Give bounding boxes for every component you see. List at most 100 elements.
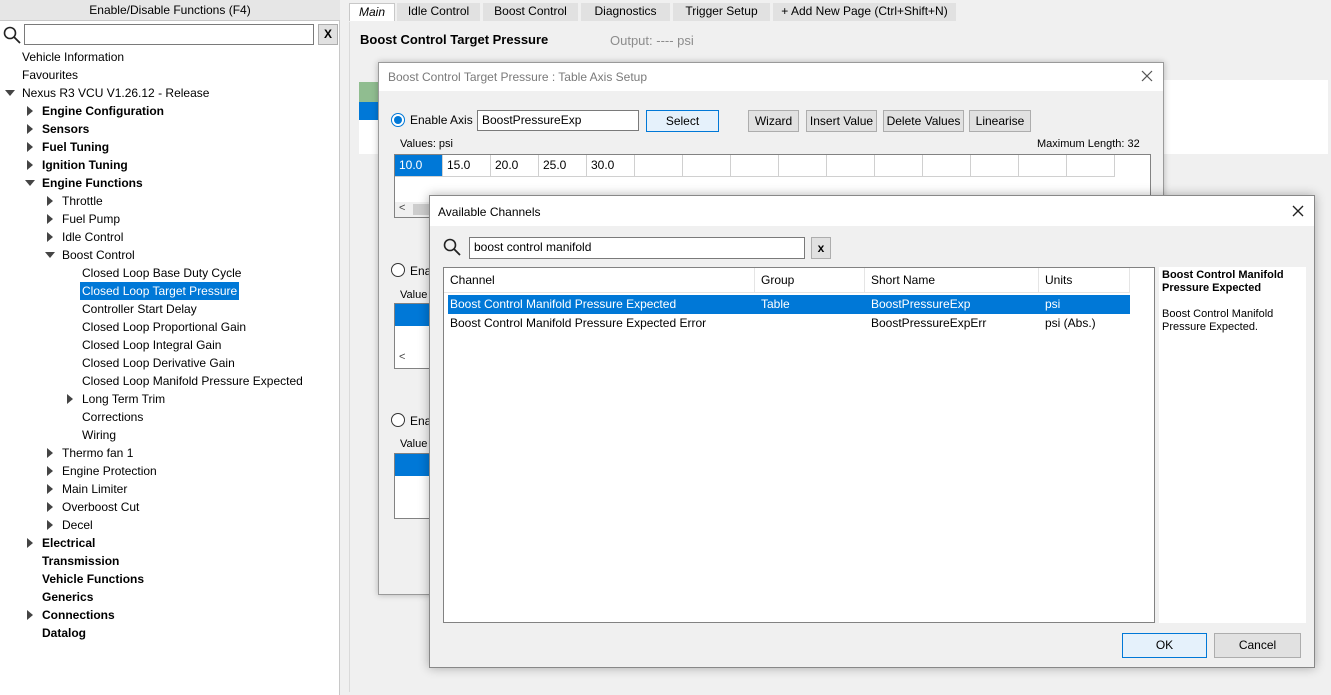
insert-value-button[interactable]: Insert Value [806, 110, 877, 132]
expanded-arrow-icon[interactable] [4, 84, 16, 102]
tree-item[interactable]: Fuel Tuning [0, 138, 340, 156]
axis-value-cell[interactable] [731, 155, 779, 177]
scroll-left-arrow-icon[interactable]: < [399, 202, 405, 214]
expanded-arrow-icon[interactable] [24, 174, 36, 192]
collapsed-arrow-icon[interactable] [44, 462, 56, 480]
axis-value-cell[interactable] [971, 155, 1019, 177]
axis-value-cell[interactable] [827, 155, 875, 177]
tree-item[interactable]: Sensors [0, 120, 340, 138]
collapsed-arrow-icon[interactable] [24, 102, 36, 120]
column-header-units[interactable]: Units [1039, 268, 1130, 293]
axis-3-selected-cell[interactable] [395, 454, 433, 476]
wizard-button[interactable]: Wizard [748, 110, 799, 132]
tree-item[interactable]: Connections [0, 606, 340, 624]
tree-item[interactable]: Closed Loop Integral Gain [0, 336, 340, 354]
tab-page[interactable]: Trigger Setup [673, 3, 771, 21]
axis-value-cell[interactable]: 25.0 [539, 155, 587, 177]
tree-item[interactable]: Wiring [0, 426, 340, 444]
tree-item[interactable]: Main Limiter [0, 480, 340, 498]
collapsed-arrow-icon[interactable] [44, 480, 56, 498]
tree-item[interactable]: Electrical [0, 534, 340, 552]
tab-page[interactable]: Main [349, 3, 395, 21]
collapsed-arrow-icon[interactable] [44, 192, 56, 210]
tree-item[interactable]: Closed Loop Derivative Gain [0, 354, 340, 372]
tree-item[interactable]: Vehicle Functions [0, 570, 340, 588]
collapsed-arrow-icon[interactable] [64, 390, 76, 408]
channel-list-row[interactable]: Boost Control Manifold Pressure Expected… [448, 314, 1130, 333]
column-header-short-name[interactable]: Short Name [865, 268, 1039, 293]
channels-dialog-titlebar[interactable]: Available Channels [430, 196, 1314, 226]
enable-axis-3-radio[interactable] [391, 413, 405, 427]
tree-item[interactable]: Overboost Cut [0, 498, 340, 516]
axis-value-cell[interactable] [1019, 155, 1067, 177]
tree-item[interactable]: Decel [0, 516, 340, 534]
tree-item[interactable]: Corrections [0, 408, 340, 426]
linearise-button[interactable]: Linearise [969, 110, 1031, 132]
tree-item[interactable]: Idle Control [0, 228, 340, 246]
tree-search-clear-button[interactable]: X [318, 24, 338, 45]
axis-value-cell[interactable]: 30.0 [587, 155, 635, 177]
tree-item[interactable]: Controller Start Delay [0, 300, 340, 318]
axis-dialog-titlebar[interactable]: Boost Control Target Pressure : Table Ax… [379, 63, 1163, 91]
channel-search-clear-button[interactable]: x [811, 237, 831, 259]
axis-2-selected-cell[interactable] [395, 304, 433, 326]
column-header-group[interactable]: Group [755, 268, 865, 293]
tree-item[interactable]: Transmission [0, 552, 340, 570]
tab-page[interactable]: + Add New Page (Ctrl+Shift+N) [773, 3, 957, 21]
tree-item[interactable]: Generics [0, 588, 340, 606]
select-button[interactable]: Select [646, 110, 719, 132]
axis-value-cell[interactable]: 20.0 [491, 155, 539, 177]
scroll-left-arrow-icon[interactable]: < [399, 351, 405, 363]
collapsed-arrow-icon[interactable] [44, 228, 56, 246]
axis-channel-field[interactable]: BoostPressureExp [477, 110, 639, 131]
tree-item[interactable]: Fuel Pump [0, 210, 340, 228]
axis-2-values-grid[interactable]: < [394, 303, 434, 369]
axis-value-cell[interactable] [875, 155, 923, 177]
tree-item[interactable]: Long Term Trim [0, 390, 340, 408]
collapsed-arrow-icon[interactable] [24, 156, 36, 174]
tree-item[interactable]: Closed Loop Manifold Pressure Expected [0, 372, 340, 390]
enable-disable-functions-header[interactable]: Enable/Disable Functions (F4) [0, 0, 340, 21]
tab-page[interactable]: Boost Control [483, 3, 579, 21]
tree-search-input[interactable] [24, 24, 314, 45]
expanded-arrow-icon[interactable] [44, 246, 56, 264]
channel-list-row[interactable]: Boost Control Manifold Pressure Expected… [448, 295, 1130, 314]
close-icon[interactable] [1290, 203, 1306, 219]
tab-page[interactable]: Diagnostics [581, 3, 671, 21]
column-header-channel[interactable]: Channel [444, 268, 755, 293]
axis-value-cell[interactable] [923, 155, 971, 177]
collapsed-arrow-icon[interactable] [44, 498, 56, 516]
axis-value-cell[interactable] [635, 155, 683, 177]
axis-value-cell[interactable] [683, 155, 731, 177]
collapsed-arrow-icon[interactable] [24, 138, 36, 156]
axis-value-cell[interactable]: 15.0 [443, 155, 491, 177]
tree-item[interactable]: Engine Functions [0, 174, 340, 192]
tree-item[interactable]: Closed Loop Target Pressure [0, 282, 340, 300]
tree-item[interactable]: Engine Protection [0, 462, 340, 480]
cancel-button[interactable]: Cancel [1214, 633, 1301, 658]
tree-item[interactable]: Throttle [0, 192, 340, 210]
collapsed-arrow-icon[interactable] [24, 606, 36, 624]
tree-item[interactable]: Ignition Tuning [0, 156, 340, 174]
axis-value-cell[interactable] [1067, 155, 1115, 177]
collapsed-arrow-icon[interactable] [24, 120, 36, 138]
enable-axis-2-radio[interactable] [391, 263, 405, 277]
tree-item[interactable]: Boost Control [0, 246, 340, 264]
close-icon[interactable] [1139, 68, 1155, 84]
tree-item[interactable]: Favourites [0, 66, 340, 84]
axis-value-cell[interactable]: 10.0 [395, 155, 443, 177]
tree-item[interactable]: Datalog [0, 624, 340, 642]
channel-search-input[interactable]: boost control manifold [469, 237, 805, 259]
axis-3-values-grid[interactable] [394, 453, 434, 519]
collapsed-arrow-icon[interactable] [44, 516, 56, 534]
collapsed-arrow-icon[interactable] [44, 210, 56, 228]
tree-item[interactable]: Engine Configuration [0, 102, 340, 120]
delete-values-button[interactable]: Delete Values [883, 110, 964, 132]
collapsed-arrow-icon[interactable] [24, 534, 36, 552]
tree-item[interactable]: Closed Loop Proportional Gain [0, 318, 340, 336]
tree-item[interactable]: Nexus R3 VCU V1.26.12 - Release [0, 84, 340, 102]
tree-item[interactable]: Closed Loop Base Duty Cycle [0, 264, 340, 282]
tree-item[interactable]: Vehicle Information [0, 48, 340, 66]
collapsed-arrow-icon[interactable] [44, 444, 56, 462]
tree-item[interactable]: Thermo fan 1 [0, 444, 340, 462]
